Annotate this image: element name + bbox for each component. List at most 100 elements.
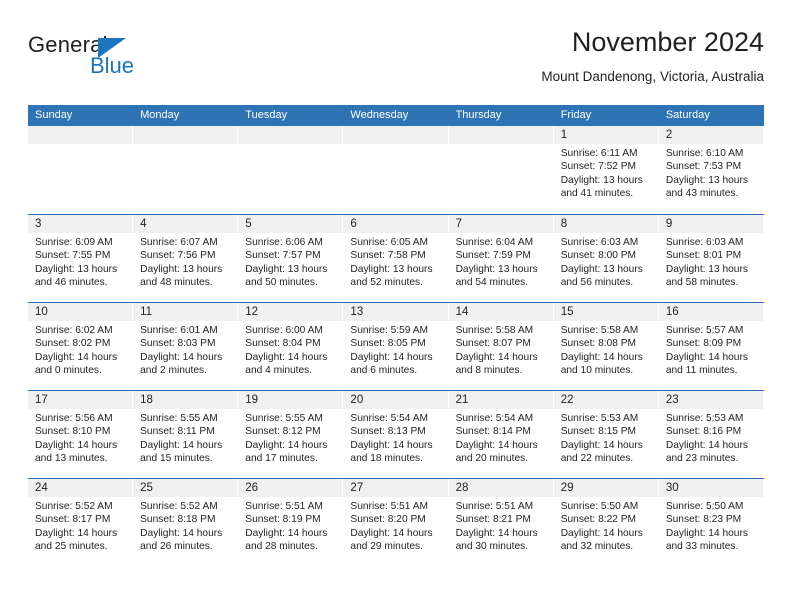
day-number: [28, 126, 133, 144]
title-block: November 2024 Mount Dandenong, Victoria,…: [541, 26, 764, 86]
page-header: General Blue November 2024 Mount Dandeno…: [28, 26, 764, 98]
sunset-time: Sunset: 8:03 PM: [140, 338, 216, 350]
daylight-duration-line2: and 8 minutes.: [455, 365, 523, 377]
day-details: Sunrise: 5:54 AM Sunset: 8:13 PM Daylight:…: [343, 409, 447, 466]
calendar-day-cell[interactable]: 28 Sunrise: 5:51 AM Sunset: 8:21 PM Dayligh…: [448, 479, 554, 566]
day-details: Sunrise: 5:52 AM Sunset: 8:17 PM Daylight:…: [28, 497, 132, 554]
calendar-day-cell[interactable]: 23 Sunrise: 5:53 AM Sunset: 8:16 PM Dayligh…: [658, 391, 764, 478]
calendar-day-cell[interactable]: 15 Sunrise: 5:58 AM Sunset: 8:08 PM Dayligh…: [553, 303, 659, 390]
calendar-day-cell[interactable]: 8 Sunrise: 6:03 AM Sunset: 8:00 PM Daylight…: [553, 215, 659, 302]
calendar-day-cell[interactable]: 2 Sunrise: 6:10 AM Sunset: 7:53 PM Daylight…: [658, 126, 764, 214]
logo[interactable]: General Blue: [28, 32, 228, 88]
daylight-duration-line1: Daylight: 14 hours: [140, 351, 223, 363]
calendar-day-cell-empty: [448, 126, 554, 214]
weekday-header-thursday: Thursday: [455, 109, 502, 121]
day-details: Sunrise: 5:52 AM Sunset: 8:18 PM Daylight:…: [133, 497, 237, 554]
daylight-duration-line1: Daylight: 14 hours: [35, 527, 118, 539]
sunrise-time: Sunrise: 6:00 AM: [245, 325, 323, 336]
daylight-duration-line2: and 10 minutes.: [560, 365, 634, 377]
calendar-day-cell[interactable]: 13 Sunrise: 5:59 AM Sunset: 8:05 PM Dayligh…: [343, 303, 449, 390]
calendar-day-cell[interactable]: 5 Sunrise: 6:06 AM Sunset: 7:57 PM Daylight…: [238, 215, 344, 302]
day-number: 16: [658, 303, 763, 321]
day-details: Sunrise: 5:51 AM Sunset: 8:19 PM Daylight:…: [238, 497, 342, 554]
calendar-day-cell[interactable]: 1 Sunrise: 6:11 AM Sunset: 7:52 PM Daylight…: [553, 126, 659, 214]
calendar-week-row: 24 Sunrise: 5:52 AM Sunset: 8:17 PM Dayligh…: [28, 478, 764, 566]
calendar-day-cell[interactable]: 24 Sunrise: 5:52 AM Sunset: 8:17 PM Dayligh…: [28, 479, 134, 566]
daylight-duration-line1: Daylight: 14 hours: [350, 351, 433, 363]
day-details: Sunrise: 5:53 AM Sunset: 8:16 PM Daylight:…: [659, 409, 763, 466]
sunset-time: Sunset: 8:21 PM: [455, 514, 531, 526]
calendar-day-cell[interactable]: 11 Sunrise: 6:01 AM Sunset: 8:03 PM Dayligh…: [133, 303, 239, 390]
sunset-time: Sunset: 8:01 PM: [665, 250, 742, 262]
daylight-duration-line2: and 33 minutes.: [665, 541, 739, 553]
weekday-header-row: Sunday Monday Tuesday Wednesday Thursday…: [28, 105, 764, 126]
day-number: 15: [553, 303, 658, 321]
day-number: 18: [133, 391, 238, 409]
daylight-duration-line1: Daylight: 14 hours: [245, 351, 328, 363]
daylight-duration-line2: and 17 minutes.: [245, 453, 318, 465]
calendar-day-cell[interactable]: 19 Sunrise: 5:55 AM Sunset: 8:12 PM Dayligh…: [238, 391, 344, 478]
sunrise-time: Sunrise: 5:51 AM: [245, 501, 323, 512]
day-details: Sunrise: 6:06 AM Sunset: 7:57 PM Daylight:…: [238, 233, 342, 290]
day-number: 12: [238, 303, 343, 321]
day-details: Sunrise: 6:04 AM Sunset: 7:59 PM Daylight:…: [449, 233, 553, 290]
day-details: Sunrise: 5:50 AM Sunset: 8:23 PM Daylight:…: [659, 497, 763, 554]
daylight-duration-line1: Daylight: 14 hours: [455, 351, 538, 363]
calendar-day-cell[interactable]: 3 Sunrise: 6:09 AM Sunset: 7:55 PM Daylight…: [28, 215, 134, 302]
logo-text-blue: Blue: [90, 53, 135, 78]
day-number: 30: [658, 479, 763, 497]
day-details: Sunrise: 6:03 AM Sunset: 8:00 PM Daylight:…: [554, 233, 658, 290]
daylight-duration-line1: Daylight: 13 hours: [245, 263, 328, 275]
sunset-time: Sunset: 8:11 PM: [140, 426, 215, 438]
calendar-day-cell[interactable]: 16 Sunrise: 5:57 AM Sunset: 8:09 PM Dayligh…: [658, 303, 764, 390]
day-details: Sunrise: 5:50 AM Sunset: 8:22 PM Daylight:…: [554, 497, 658, 554]
daylight-duration-line2: and 41 minutes.: [560, 188, 634, 200]
sunset-time: Sunset: 7:56 PM: [140, 250, 216, 262]
daylight-duration-line2: and 15 minutes.: [140, 453, 213, 465]
calendar-day-cell[interactable]: 20 Sunrise: 5:54 AM Sunset: 8:13 PM Dayligh…: [343, 391, 449, 478]
calendar-day-cell[interactable]: 10 Sunrise: 6:02 AM Sunset: 8:02 PM Dayligh…: [28, 303, 134, 390]
sunset-time: Sunset: 8:18 PM: [140, 514, 216, 526]
calendar-day-cell[interactable]: 7 Sunrise: 6:04 AM Sunset: 7:59 PM Daylight…: [448, 215, 554, 302]
sunset-time: Sunset: 8:17 PM: [35, 514, 111, 526]
daylight-duration-line1: Daylight: 14 hours: [455, 439, 538, 451]
calendar-day-cell[interactable]: 29 Sunrise: 5:50 AM Sunset: 8:22 PM Dayligh…: [553, 479, 659, 566]
day-details: Sunrise: 6:07 AM Sunset: 7:56 PM Daylight:…: [133, 233, 237, 290]
calendar-day-cell[interactable]: 12 Sunrise: 6:00 AM Sunset: 8:04 PM Dayligh…: [238, 303, 344, 390]
calendar-weeks: 1 Sunrise: 6:11 AM Sunset: 7:52 PM Daylight…: [28, 126, 764, 566]
sunset-time: Sunset: 8:00 PM: [560, 250, 637, 262]
daylight-duration-line1: Daylight: 14 hours: [665, 527, 748, 539]
day-number: [343, 126, 448, 144]
calendar-day-cell[interactable]: 25 Sunrise: 5:52 AM Sunset: 8:18 PM Dayligh…: [133, 479, 239, 566]
calendar-day-cell[interactable]: 26 Sunrise: 5:51 AM Sunset: 8:19 PM Dayligh…: [238, 479, 344, 566]
calendar-day-cell[interactable]: 17 Sunrise: 5:56 AM Sunset: 8:10 PM Dayligh…: [28, 391, 134, 478]
calendar-day-cell[interactable]: 30 Sunrise: 5:50 AM Sunset: 8:23 PM Dayligh…: [658, 479, 764, 566]
sunset-time: Sunset: 7:59 PM: [455, 250, 531, 262]
daylight-duration-line1: Daylight: 14 hours: [140, 439, 223, 451]
sunset-time: Sunset: 8:09 PM: [665, 338, 742, 350]
day-number: 29: [553, 479, 658, 497]
day-details: Sunrise: 6:05 AM Sunset: 7:58 PM Daylight:…: [343, 233, 447, 290]
sunset-time: Sunset: 8:10 PM: [35, 426, 111, 438]
calendar-day-cell[interactable]: 22 Sunrise: 5:53 AM Sunset: 8:15 PM Dayligh…: [553, 391, 659, 478]
daylight-duration-line1: Daylight: 13 hours: [350, 263, 433, 275]
sunrise-time: Sunrise: 6:06 AM: [245, 237, 323, 248]
calendar-week-row: 17 Sunrise: 5:56 AM Sunset: 8:10 PM Dayligh…: [28, 390, 764, 478]
day-number: 22: [553, 391, 658, 409]
calendar-day-cell[interactable]: 4 Sunrise: 6:07 AM Sunset: 7:56 PM Daylight…: [133, 215, 239, 302]
day-number: 9: [658, 215, 763, 233]
calendar-day-cell[interactable]: 18 Sunrise: 5:55 AM Sunset: 8:11 PM Dayligh…: [133, 391, 239, 478]
daylight-duration-line2: and 52 minutes.: [350, 277, 423, 289]
calendar-day-cell[interactable]: 21 Sunrise: 5:54 AM Sunset: 8:14 PM Dayligh…: [448, 391, 554, 478]
sunrise-time: Sunrise: 5:52 AM: [140, 501, 218, 512]
day-number: 21: [448, 391, 553, 409]
sunset-time: Sunset: 7:55 PM: [35, 250, 111, 262]
calendar-day-cell[interactable]: 27 Sunrise: 5:51 AM Sunset: 8:20 PM Dayligh…: [343, 479, 449, 566]
sunset-time: Sunset: 8:07 PM: [455, 338, 531, 350]
day-number: 1: [553, 126, 658, 144]
calendar-day-cell[interactable]: 14 Sunrise: 5:58 AM Sunset: 8:07 PM Dayligh…: [448, 303, 554, 390]
location-subtitle: Mount Dandenong, Victoria, Australia: [541, 69, 764, 84]
calendar-day-cell[interactable]: 6 Sunrise: 6:05 AM Sunset: 7:58 PM Daylight…: [343, 215, 449, 302]
sunrise-time: Sunrise: 5:56 AM: [35, 413, 113, 424]
calendar-day-cell[interactable]: 9 Sunrise: 6:03 AM Sunset: 8:01 PM Daylight…: [658, 215, 764, 302]
